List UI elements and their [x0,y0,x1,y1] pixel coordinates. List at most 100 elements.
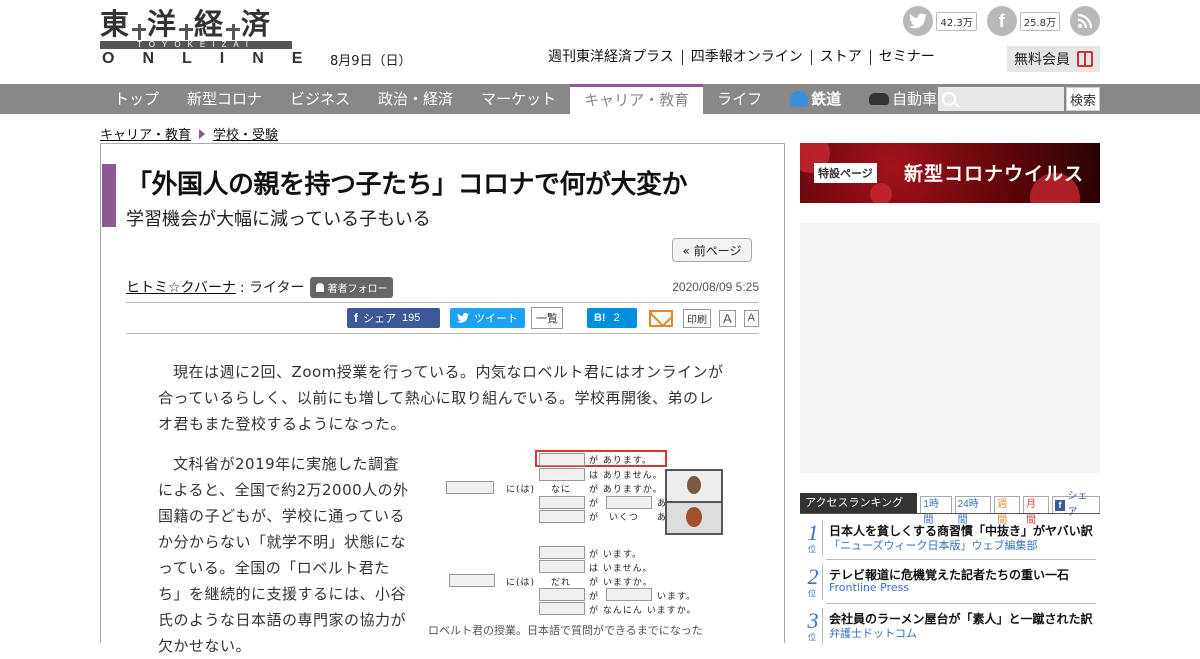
search-icon [942,92,956,106]
virus-decoration [870,183,892,203]
ranking-item[interactable]: 2 位 テレビ報道に危機覚えた記者たちの重い一石 Frontline Press [800,562,1100,604]
hatena-bookmark-button[interactable]: B! 2 [586,308,637,328]
rank-source: 弁護士ドットコム [829,627,917,640]
author-role: : ライター [239,280,305,296]
figure-box [446,481,494,494]
site-header: 東洋経済 TOYOKEIZAI ONLINE 8月9日（日） 42.3万 f 2… [0,0,1200,84]
rank-source: Frontline Press [829,581,910,594]
teacher-video [667,471,721,501]
author-follow-button[interactable]: 著者フォロー [310,276,394,298]
nav-politics[interactable]: 政治・経済 [364,84,467,114]
top-link-shikiho[interactable]: 四季報オンライン [683,50,812,65]
article-title: 「外国人の親を持つ子たち」コロナで何が大変か [126,170,688,200]
access-ranking: アクセスランキング 1時間 24時間 週間 月間 f シェア 1 位 日本人を貧… [800,491,1100,644]
top-link-seminar[interactable]: セミナー [871,50,943,65]
rank-divider [822,520,823,556]
breadcrumb-career[interactable]: キャリア・教育 [100,124,191,143]
hatena-count: 2 [613,312,620,324]
logo-kanji: 東洋経済 [100,8,292,40]
nav-railway[interactable]: 鉄道 [776,84,855,114]
facebook-like-count: 25.8万 [1019,11,1060,31]
facebook-icon[interactable]: f [986,6,1017,36]
tweet-button[interactable]: ツイート [449,308,525,328]
article-figure: が あります。 は ありません。 に(は) なに が ありますか。 が あ が … [428,449,729,639]
nav-car[interactable]: 自動車 [855,84,951,114]
figure-box [539,496,585,509]
logo-separator [132,24,147,40]
nav-car-label: 自動車 [892,90,938,108]
font-size-small-button[interactable]: A [743,309,759,327]
article-paragraph: 現在は週に2回、Zoom授業を行っている。内気なロベルト君にはオンラインが合って… [158,363,724,433]
rank-number: 1 [807,520,819,545]
author-link[interactable]: ヒトミ☆クバーナ [126,277,236,297]
tab-weekly[interactable]: 週間 [994,496,1020,526]
twitter-follower-count: 42.3万 [936,11,977,31]
prev-page-button[interactable]: « 前ページ [672,238,752,262]
nav-top[interactable]: トップ [100,84,173,114]
print-button[interactable]: 印刷 [682,308,711,328]
rank-unit: 位 [808,589,816,598]
share-bar: f シェア 195 ツイート 一覧 B! 2 印刷 A A [126,302,759,334]
banner-title: 新型コロナウイルス [904,163,1085,185]
top-link-weekly[interactable]: 週刊東洋経済プラス [540,50,683,65]
figure-text: は いません。 [589,564,653,574]
article-subtitle: 学習機会が大幅に減っている子もいる [126,209,431,230]
title-accent-bar [102,164,116,227]
member-label: 無料会員 [1014,52,1070,68]
figure-text: が あります。 [589,456,652,466]
nav-corona[interactable]: 新型コロナ [173,84,276,114]
nav-railway-label: 鉄道 [811,90,842,108]
social-links: 42.3万 f 25.8万 [903,6,1100,36]
ranking-item[interactable]: 3 位 会社員のラーメン屋台が「素人」と一蹴された訳 弁護士ドットコム [800,606,1100,648]
figure-text: が ありますか。 [589,485,663,495]
facebook-share-button[interactable]: f シェア 195 [346,308,440,328]
free-member-button[interactable]: 無料会員 [1007,46,1100,72]
article-paragraph: 文科省が2019年に実施した調査によると、全国で約2万2000人の外国籍の子ども… [158,455,409,655]
search-button[interactable]: 検索 [1066,87,1100,111]
current-date: 8月9日（日） [330,54,412,69]
tweet-list-link[interactable]: 一覧 [530,307,563,329]
article: 「外国人の親を持つ子たち」コロナで何が大変か 学習機会が大幅に減っている子もいる… [100,143,785,655]
ad-slot [800,223,1100,473]
twitter-icon[interactable] [903,6,934,36]
rank-unit: 位 [808,633,816,642]
mail-icon[interactable] [648,309,673,327]
logo-separator [226,24,241,40]
student-video [667,503,721,533]
breadcrumb-school[interactable]: 学校・受験 [213,124,278,143]
tab-monthly[interactable]: 月間 [1022,496,1049,526]
nav-market[interactable]: マーケット [467,84,570,114]
ranking-title: アクセスランキング [800,493,918,513]
logo-char: 経 [194,7,226,41]
top-link-store[interactable]: ストア [812,50,871,65]
nav-career[interactable]: キャリア・教育 [570,84,704,114]
logo-char: 東 [100,7,132,41]
figure-text: が いくつ [589,513,640,523]
fb-share-count: 195 [401,312,421,324]
tab-24hours[interactable]: 24時間 [954,496,992,526]
gift-icon [1077,51,1093,67]
figure-box [539,560,585,573]
facebook-icon: f [1054,499,1066,511]
rank-source: 「ニューズウィーク日本版」ウェブ編集部 [829,539,1038,552]
figure-box [539,453,585,466]
publish-date: 2020/08/09 5:25 [672,280,759,294]
nav-business[interactable]: ビジネス [276,84,364,114]
figure-box [606,496,652,509]
rank-separator [826,603,1096,604]
figure-text: だれ [551,578,572,588]
person-icon [316,282,325,292]
site-logo[interactable]: 東洋経済 TOYOKEIZAI ONLINE [100,8,302,68]
figure-box [449,574,495,587]
figure-text: が [589,592,600,602]
car-icon [869,93,890,105]
rss-icon[interactable] [1070,6,1100,36]
tab-1hour[interactable]: 1時間 [920,496,952,526]
font-size-large-button[interactable]: A [718,309,736,327]
corona-special-banner[interactable]: 特設ページ 新型コロナウイルス [800,143,1100,203]
tab-share[interactable]: f シェア [1051,491,1100,518]
ranking-item[interactable]: 1 位 日本人を貧しくする商習慣「中抜き」がヤバい訳 「ニューズウィーク日本版」… [800,518,1100,560]
nav-life[interactable]: ライフ [703,84,776,114]
figure-box [539,602,585,615]
search-input[interactable] [938,87,1064,111]
